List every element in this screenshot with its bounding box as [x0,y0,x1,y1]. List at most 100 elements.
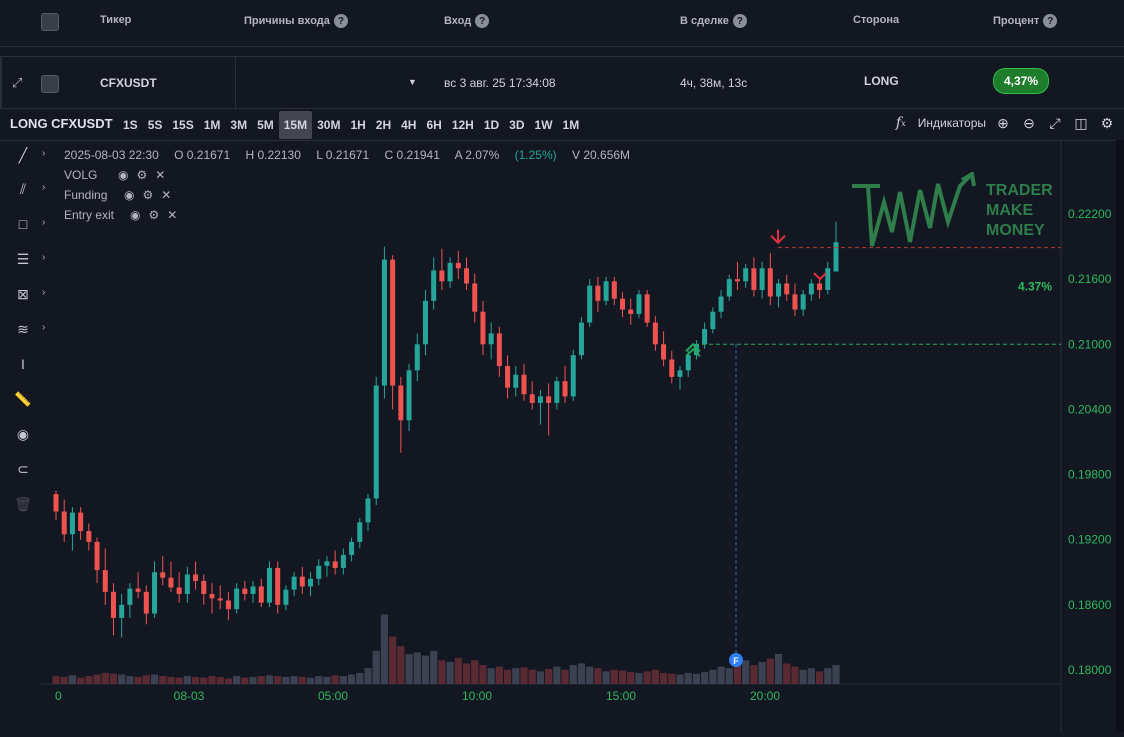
header-entry-reasons[interactable]: Причины входа? [244,14,348,28]
candle-body [759,268,765,290]
timeframe-1s[interactable]: 1S [118,111,143,139]
timeframe-1w[interactable]: 1W [530,111,558,139]
take-profit-percent-label: 4.37% [1018,280,1052,294]
chart-right-tools: fx Индикаторы ⊕ ⊖ ⤢ ◫ ⚙ [892,114,1116,132]
header-in-trade[interactable]: В сделке? [680,14,747,28]
text-cursor-icon[interactable]: I [12,353,34,375]
timeframe-5s[interactable]: 5S [143,111,168,139]
gear-icon[interactable]: ⚙ [148,208,159,222]
close-icon[interactable]: ✕ [161,188,171,202]
candle-body [316,565,322,579]
timeframe-1m[interactable]: 1M [199,111,226,139]
timeframe-6h[interactable]: 6H [421,111,446,139]
timeframe-1m[interactable]: 1M [558,111,585,139]
candle-body [110,591,116,618]
function-icon[interactable]: fx [892,114,910,132]
trash-icon[interactable]: 🗑 [12,493,34,515]
table-row[interactable]: ⤢ CFXUSDT ▼ вс 3 авг. 25 17:34:08 4ч, 38… [0,56,1124,109]
legend-open: O 0.21671 [174,148,231,162]
timeframe-4h[interactable]: 4H [396,111,421,139]
candle-body [603,281,609,301]
candle-body [291,576,297,590]
close-icon[interactable]: ✕ [155,168,165,182]
eye-icon[interactable]: ◉ [12,423,34,445]
candle-body [521,374,527,395]
magnet-icon[interactable]: ⊂ [12,458,34,480]
ruler-icon[interactable]: 📏 [12,388,34,410]
timeframe-15s[interactable]: 15S [167,111,198,139]
candle-body [784,283,790,295]
percent-badge: 4,37% [993,68,1049,94]
chevron-right-icon[interactable]: › [42,148,45,159]
timeframe-12h[interactable]: 12H [447,111,479,139]
candle-body [299,576,305,587]
candle-body [776,283,782,297]
parallel-channel-icon[interactable]: ⫽ [12,178,34,200]
chevron-right-icon[interactable]: › [42,217,45,228]
pattern-icon[interactable]: ⊠ [12,283,34,305]
fullscreen-icon[interactable]: ⤢ [1046,114,1064,132]
volume-bar [331,675,339,684]
eye-icon[interactable]: ◉ [130,208,140,222]
timeframe-3d[interactable]: 3D [504,111,529,139]
row-checkbox[interactable] [41,75,59,93]
volume-bar [438,660,446,684]
volume-bar [610,669,618,684]
zoom-in-icon[interactable]: ⊕ [994,114,1012,132]
header-side[interactable]: Сторона [853,14,899,26]
eye-icon[interactable]: ◉ [118,168,128,182]
entry-reasons-dropdown-icon[interactable]: ▼ [408,77,417,87]
help-icon[interactable]: ? [333,14,348,28]
chevron-right-icon[interactable]: › [42,252,45,263]
trader-make-money-logo: TRADER MAKE MONEY [850,172,1060,252]
indicators-button[interactable]: Индикаторы [918,116,986,130]
help-icon[interactable]: ? [1043,14,1058,28]
vertical-scrollbar[interactable] [1116,140,1124,732]
zoom-out-icon[interactable]: ⊖ [1020,114,1038,132]
ticker-cell: CFXUSDT [100,76,157,90]
settings-gear-icon[interactable]: ⚙ [1098,114,1116,132]
chevron-right-icon[interactable]: › [42,182,45,193]
candle-body [86,531,92,542]
gear-icon[interactable]: ⚙ [142,188,153,202]
help-icon[interactable]: ? [475,14,490,28]
volume-bar [618,670,627,684]
candle-body [61,511,67,535]
candle-body [537,396,543,403]
rectangle-icon[interactable]: □ [12,213,34,235]
volume-bar [832,665,840,684]
timeframe-2h[interactable]: 2H [371,111,396,139]
fib-retracement-icon[interactable]: ☰ [12,248,34,270]
trend-line-icon[interactable]: ╱ [12,144,34,166]
x-tick-label: 05:00 [318,689,348,703]
header-entry[interactable]: Вход? [444,14,490,28]
close-icon[interactable]: ✕ [167,208,177,222]
timeframe-1h[interactable]: 1H [345,111,370,139]
expand-icon[interactable]: ⤢ [12,75,28,91]
legend-low: L 0.21671 [316,148,370,162]
y-tick-label: 0.18600 [1068,598,1112,612]
volume-bar [167,676,175,684]
chevron-right-icon[interactable]: › [42,287,45,298]
screenshot-icon[interactable]: ◫ [1072,114,1090,132]
timeframe-1d[interactable]: 1D [479,111,504,139]
volume-bar [85,676,93,684]
eye-icon[interactable]: ◉ [124,188,134,202]
candle-body [554,381,560,403]
gear-icon[interactable]: ⚙ [136,168,147,182]
projection-icon[interactable]: ≋ [12,318,34,340]
timeframe-30m[interactable]: 30M [312,111,345,139]
header-percent[interactable]: Процент? [993,14,1058,28]
help-icon[interactable]: ? [732,14,747,28]
candle-body [184,574,190,594]
timeframe-5m[interactable]: 5M [252,111,279,139]
volume-bar [495,666,503,684]
select-all-checkbox[interactable] [41,13,59,31]
chevron-right-icon[interactable]: › [42,322,45,333]
candle-body [152,572,158,614]
timeframe-3m[interactable]: 3M [225,111,252,139]
volume-bar [249,676,257,684]
timeframe-15m[interactable]: 15M [278,111,313,139]
candle-body [833,242,839,272]
header-ticker[interactable]: Тикер [100,14,131,26]
